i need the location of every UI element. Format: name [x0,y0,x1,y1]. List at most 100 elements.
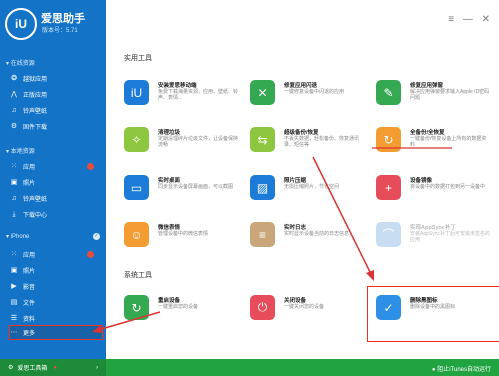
tool-description: 将设备中的数据打包到另一设备中 [410,184,486,190]
music-icon: ♫ [11,194,17,202]
tool-description: 同步显示设备屏幕画面，可以截图 [158,184,234,190]
tool-description: 不丢失数据，轻松备份、恢复通讯录、短信等 [284,136,360,148]
reboot-device-icon: ↻ [124,295,149,320]
apps-grid-icon: ⁙ [11,162,17,170]
tool-title: 安装爱思移动端 [158,83,197,89]
main-panel: ≡ — ✕ 实用工具 iU 安装爱思移动端 免费下载海量资源，应用、壁纸、铃声、表情… [106,0,499,376]
sidebar-item-jailbreak-apps[interactable]: ❂ 越狱应用 [10,72,102,85]
document-icon: ☰ [10,314,18,322]
status-bar: ● 阻止iTunes自动运行 [106,359,499,376]
tool-description: 一键重启您的设备 [158,304,199,310]
section-online-resources[interactable]: ▾ 在线资源 [6,58,35,67]
toolbox-icon: ⚙ [8,365,14,371]
delete-black-icons-icon: ✓ [376,295,401,320]
tool-super-backup[interactable]: ⇆ 超级备份/恢复 不丢失数据，轻松备份、恢复通讯录、短信等 [250,127,365,165]
section-utility-tools: 实用工具 [124,55,152,62]
photo-icon: ▣ [10,178,18,186]
tool-title: 删除黑图标 [410,298,438,304]
app-icon: ❂ [11,74,17,82]
tool-delete-black-icons[interactable]: ✓ 删除黑图标 删除设备中的黑图标 [367,286,499,342]
device-mirror-icon: + [376,175,401,200]
tool-install-mobile[interactable]: iU 安装爱思移动端 免费下载海量资源，应用、壁纸、铃声、表情... [124,80,239,118]
section-local-resources[interactable]: ▾ 本地资源 [6,146,35,155]
tool-fix-app-crash[interactable]: ✕ 修复应用闪退 一键修复设备中闪退的应用 [250,80,365,118]
sidebar-item-official-apps[interactable]: ⋀ 正版应用 [10,88,102,101]
sidebar-item-more[interactable]: ⋯ 更多 [9,325,103,340]
tool-description: 安装AppSync补丁后可安装未签名的应用 [410,231,491,243]
fix-app-popup-icon: ✎ [376,80,401,105]
tool-description: 一键修复设备中闪退的应用 [284,89,345,95]
super-backup-icon: ⇆ [250,127,275,152]
section-system-tools: 系统工具 [124,272,152,279]
tool-shutdown-device[interactable]: ⏻ 关闭设备 一键关闭您的设备 [250,295,365,333]
tool-description: 一键备份/恢复设备上所有的数据资料 [410,136,487,148]
apps-grid-icon: ⁙ [11,250,17,258]
toolbox-button[interactable]: ⚙ 爱思工具箱 ● › [0,359,106,376]
sidebar-item-firmware[interactable]: ⚙ 固件下载 [10,120,102,133]
tool-realtime-desktop[interactable]: ▭ 实时桌面 同步显示设备屏幕画面，可以截图 [124,175,239,213]
more-icon: ⋯ [10,328,18,336]
tool-title: 重启设备 [158,298,181,304]
sidebar-item-files[interactable]: ▤ 文件 [10,296,102,309]
photo-icon: ▣ [10,266,18,274]
video-icon: ▶ [11,282,17,290]
tool-title: 照片压缩 [284,178,307,184]
tool-title: 实时桌面 [158,178,181,184]
chevron-right-icon: › [96,364,98,371]
window-controls[interactable]: ≡ — ✕ [448,14,493,25]
tool-title: 全备份/全恢复 [410,130,445,136]
shutdown-device-icon: ⏻ [250,295,275,320]
tool-description: 删除设备中的黑图标 [410,304,456,310]
tool-title: 关闭设备 [284,298,307,304]
tool-description: 免费下载海量资源，应用、壁纸、铃声、表情... [158,89,239,101]
app-logo-icon: iU [5,8,37,40]
tool-appsync-patch[interactable]: ⌒ 实现AppSync补丁 安装AppSync补丁后可安装未签名的应用 [376,222,491,260]
sidebar-item-media[interactable]: ▶ 影音 [10,280,102,293]
photo-compress-icon: ▨ [250,175,275,200]
full-backup-icon: ↻ [376,127,401,152]
sidebar-item-local-photos[interactable]: ▣ 照片 [10,176,102,189]
stop-itunes-autorun[interactable]: ● 阻止iTunes自动运行 [432,364,491,373]
tool-title: 实现AppSync补丁 [410,225,456,231]
notification-badge [87,251,94,258]
appsync-patch-icon: ⌒ [376,222,401,247]
tool-description: 实时显示设备当前的日志信息 [284,231,350,237]
sidebar-item-local-apps[interactable]: ⁙ 应用 [10,160,102,173]
notification-badge [87,163,94,170]
tool-title: 微信表情 [158,225,181,231]
tool-reboot-device[interactable]: ↻ 重启设备 一键重启您的设备 [124,295,239,333]
app-name: 爱思助手 [41,13,85,25]
clean-junk-icon: ✧ [124,127,149,152]
music-icon: ♫ [11,106,17,114]
sidebar-item-ringtones[interactable]: ♫ 铃声壁纸 [10,104,102,117]
tool-title: 修复应用弹窗 [410,83,444,89]
folder-icon: ▤ [10,298,18,306]
install-mobile-icon: iU [124,80,149,105]
tool-full-backup[interactable]: ↻ 全备份/全恢复 一键备份/恢复设备上所有的数据资料 [376,127,491,165]
download-icon: ⤓ [12,210,16,218]
sidebar-item-device-photos[interactable]: ▣ 照片 [10,264,102,277]
tool-title: 实时日志 [284,225,307,231]
tool-description: 解决应用弹窗要求输入Apple ID密码问题 [410,89,490,101]
sidebar-item-local-ringtones[interactable]: ♫ 铃声壁纸 [10,192,102,205]
tool-clean-junk[interactable]: ✧ 清理垃圾 定期清理碎片垃圾文件，让设备保持流畅 [124,127,239,165]
tool-device-mirror[interactable]: + 设备镜像 将设备中的数据打包到另一设备中 [376,175,491,213]
sidebar-item-downloads[interactable]: ⤓ 下载中心 [10,208,102,221]
tool-title: 超级备份/恢复 [284,130,319,136]
sidebar-item-data[interactable]: ☰ 资料 [10,312,102,325]
store-icon: ⋀ [11,90,17,98]
tool-wechat-stickers[interactable]: ☺ 微信表情 管理设备中的微信表情 [124,222,239,260]
tool-realtime-log[interactable]: ≡ 实时日志 实时显示设备当前的日志信息 [250,222,365,260]
tool-description: 无损压缩照片，节省空间 [284,184,340,190]
section-device[interactable]: ▾ iPhone ✓ [6,233,102,240]
tool-title: 设备镜像 [410,178,433,184]
wechat-stickers-icon: ☺ [124,222,149,247]
sidebar-item-device-apps[interactable]: ⁙ 应用 [10,248,102,261]
connected-check-icon: ✓ [93,233,100,240]
tool-fix-app-popup[interactable]: ✎ 修复应用弹窗 解决应用弹窗要求输入Apple ID密码问题 [376,80,491,118]
tool-title: 修复应用闪退 [284,83,318,89]
realtime-log-icon: ≡ [250,222,275,247]
sidebar: iU 爱思助手 版本号：5.71 ▾ 在线资源 ❂ 越狱应用 ⋀ 正版应用 ♫ 铃声壁… [0,0,106,376]
tool-description: 一键关闭您的设备 [284,304,325,310]
tool-photo-compress[interactable]: ▨ 照片压缩 无损压缩照片，节省空间 [250,175,365,213]
